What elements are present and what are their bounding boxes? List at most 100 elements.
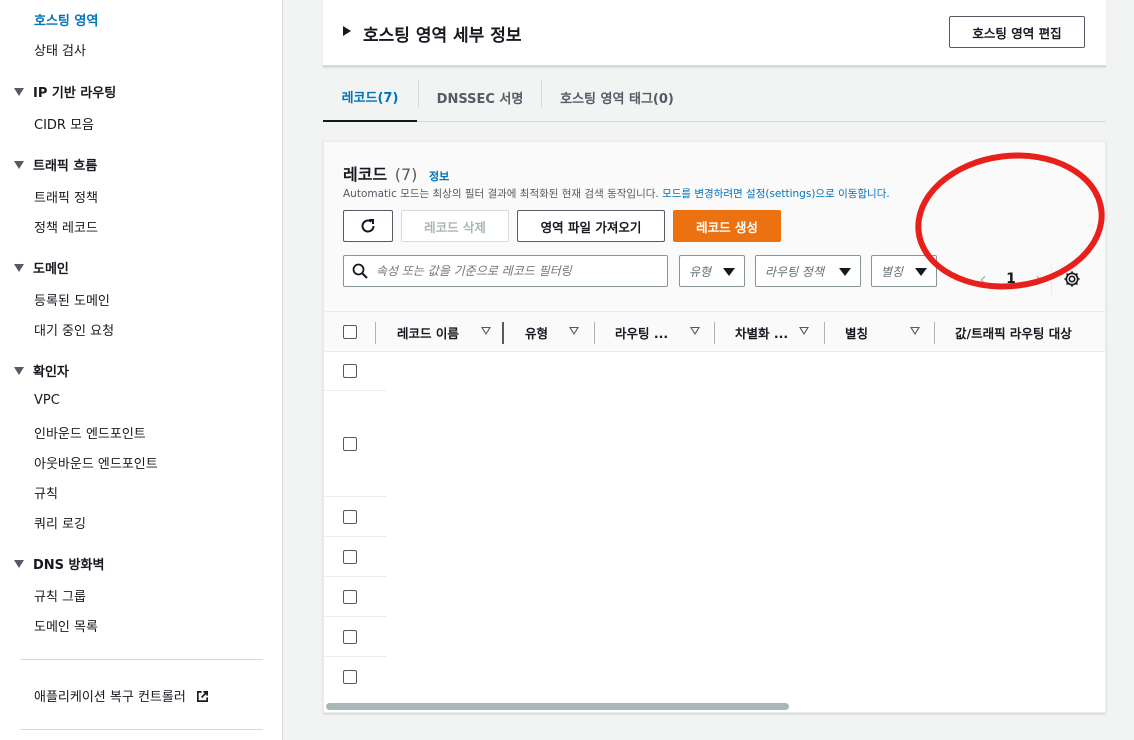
hosted-zone-details-panel: 호스팅 영역 세부 정보 호스팅 영역 편집	[323, 0, 1106, 67]
column-differentiator[interactable]: 차별화 ...	[735, 312, 788, 352]
sidebar-item-registered-domains[interactable]: 등록된 도메인	[34, 290, 110, 309]
records-title-text: 레코드	[343, 165, 388, 184]
records-panel: 레코드 (7) 정보 Automatic 모드는 최상의 필터 결과에 최적화된…	[323, 141, 1106, 713]
sidebar-item-traffic-policies[interactable]: 트래픽 정책	[34, 187, 98, 206]
select-all-checkbox[interactable]	[343, 325, 357, 339]
routing-policy-filter-select[interactable]: 라우팅 정책	[755, 255, 861, 287]
records-filter-search[interactable]	[343, 255, 668, 287]
sidebar-group-domains[interactable]: 도메인	[14, 258, 69, 277]
sidebar-item-hosted-zones[interactable]: 호스팅 영역	[34, 10, 98, 29]
sidebar-group-dns-firewall[interactable]: DNS 방화벽	[14, 554, 104, 573]
sidebar-group-traffic-flow[interactable]: 트래픽 흐름	[14, 155, 97, 174]
tab-dnssec[interactable]: DNSSEC 서명	[419, 72, 541, 122]
current-page[interactable]: 1	[997, 271, 1025, 287]
sidebar-link-arc[interactable]: 애플리케이션 복구 컨트롤러	[34, 686, 209, 705]
column-value[interactable]: 값/트래픽 라우팅 대상	[955, 312, 1072, 352]
records-title: 레코드 (7) 정보	[343, 161, 449, 185]
sidebar: 호스팅 영역 상태 검사 IP 기반 라우팅 CIDR 모음 트래픽 흐름 트래…	[0, 0, 283, 740]
type-filter-label: 유형	[689, 264, 712, 279]
sort-icon[interactable]	[799, 327, 809, 335]
tab-records[interactable]: 레코드(7)	[323, 72, 417, 122]
pagination-separator	[1051, 263, 1052, 295]
caret-down-icon	[14, 87, 24, 96]
sidebar-item-vpcs[interactable]: VPC	[34, 393, 60, 408]
tab-hosted-zone-tags[interactable]: 호스팅 영역 태그(0)	[542, 72, 692, 122]
sidebar-group-label: 트래픽 흐름	[33, 159, 98, 174]
column-type[interactable]: 유형	[525, 312, 548, 352]
settings-link[interactable]: 모드를 변경하려면 설정(settings)으로 이동합니다.	[662, 188, 890, 200]
column-separator	[375, 322, 376, 344]
search-input[interactable]	[376, 264, 656, 278]
row-divider	[324, 576, 386, 577]
records-description: Automatic 모드는 최상의 필터 결과에 최적화된 현재 검색 동작입니…	[343, 186, 890, 201]
sort-icon[interactable]	[481, 327, 491, 335]
alias-filter-select[interactable]: 별칭	[871, 255, 937, 287]
records-count: (7)	[394, 165, 418, 184]
sidebar-link-label: 애플리케이션 복구 컨트롤러	[34, 690, 186, 705]
sort-icon[interactable]	[690, 327, 700, 335]
sidebar-item-rule-groups[interactable]: 규칙 그룹	[34, 586, 86, 605]
chevron-down-icon	[723, 268, 735, 276]
row-checkbox[interactable]	[343, 510, 357, 524]
column-routing-policy[interactable]: 라우팅 ...	[615, 312, 668, 352]
sidebar-item-cidr-collections[interactable]: CIDR 모음	[34, 114, 94, 133]
records-table-header: 레코드 이름 유형 라우팅 ... 차별화 ... 별칭 값/트래픽 라우팅 대…	[324, 312, 1105, 352]
hosted-zone-details-title[interactable]: 호스팅 영역 세부 정보	[363, 21, 522, 46]
sidebar-divider	[20, 659, 263, 660]
column-alias[interactable]: 별칭	[845, 312, 868, 352]
row-checkbox[interactable]	[343, 550, 357, 564]
create-record-button[interactable]: 레코드 생성	[673, 210, 781, 242]
row-checkbox[interactable]	[343, 364, 357, 378]
search-icon	[352, 263, 368, 279]
row-checkbox[interactable]	[343, 670, 357, 684]
records-header: 레코드 (7) 정보 Automatic 모드는 최상의 필터 결과에 최적화된…	[324, 142, 1105, 312]
row-divider	[324, 656, 386, 657]
column-record-name[interactable]: 레코드 이름	[397, 312, 459, 352]
sidebar-item-domain-lists[interactable]: 도메인 목록	[34, 616, 98, 635]
row-divider	[324, 496, 386, 497]
caret-down-icon	[14, 559, 24, 568]
external-link-icon	[196, 691, 208, 702]
import-zone-file-button[interactable]: 영역 파일 가져오기	[517, 210, 665, 242]
horizontal-scrollbar[interactable]	[326, 703, 789, 710]
sidebar-item-pending-requests[interactable]: 대기 중인 요청	[34, 320, 114, 339]
chevron-left-icon[interactable]: ‹	[969, 267, 997, 291]
type-filter-select[interactable]: 유형	[679, 255, 745, 287]
sidebar-group-label: 확인자	[33, 365, 69, 380]
expand-caret-icon[interactable]	[343, 26, 351, 36]
caret-down-icon	[14, 263, 24, 272]
row-divider	[324, 536, 386, 537]
sidebar-item-rules[interactable]: 규칙	[34, 483, 58, 502]
column-separator	[934, 322, 935, 344]
sidebar-item-inbound-endpoints[interactable]: 인바운드 엔드포인트	[34, 423, 146, 442]
sidebar-divider	[20, 729, 263, 730]
sidebar-group-ip-routing[interactable]: IP 기반 라우팅	[14, 82, 116, 101]
sidebar-item-outbound-endpoints[interactable]: 아웃바운드 엔드포인트	[34, 453, 158, 472]
routing-policy-filter-label: 라우팅 정책	[765, 264, 825, 279]
caret-down-icon	[14, 160, 24, 169]
sort-icon[interactable]	[910, 327, 920, 335]
sidebar-group-label: IP 기반 라우팅	[33, 86, 117, 101]
sort-icon[interactable]	[569, 327, 579, 335]
row-divider	[324, 616, 386, 617]
sidebar-group-label: 도메인	[33, 262, 69, 277]
row-checkbox[interactable]	[343, 630, 357, 644]
gear-icon[interactable]	[1063, 270, 1081, 288]
edit-hosted-zone-button[interactable]: 호스팅 영역 편집	[949, 16, 1085, 48]
delete-records-button[interactable]: 레코드 삭제	[401, 210, 509, 242]
pagination: ‹ 1 ›	[969, 263, 1053, 295]
description-text: Automatic 모드는 최상의 필터 결과에 최적화된 현재 검색 동작입니…	[343, 188, 659, 200]
column-resize-handle[interactable]	[502, 322, 504, 344]
sidebar-item-policy-records[interactable]: 정책 레코드	[34, 217, 98, 236]
sidebar-item-health-checks[interactable]: 상태 검사	[34, 40, 86, 59]
tabs: 레코드(7) DNSSEC 서명 호스팅 영역 태그(0)	[323, 72, 1106, 122]
column-separator	[594, 322, 595, 344]
chevron-right-icon[interactable]: ›	[1025, 267, 1053, 291]
refresh-button[interactable]	[343, 210, 393, 242]
main-content: 호스팅 영역 세부 정보 호스팅 영역 편집 레코드(7) DNSSEC 서명 …	[283, 0, 1134, 740]
row-checkbox[interactable]	[343, 590, 357, 604]
sidebar-item-query-logging[interactable]: 쿼리 로깅	[34, 513, 86, 532]
info-link[interactable]: 정보	[429, 170, 449, 183]
row-checkbox[interactable]	[343, 437, 357, 451]
sidebar-group-resolver[interactable]: 확인자	[14, 361, 69, 380]
